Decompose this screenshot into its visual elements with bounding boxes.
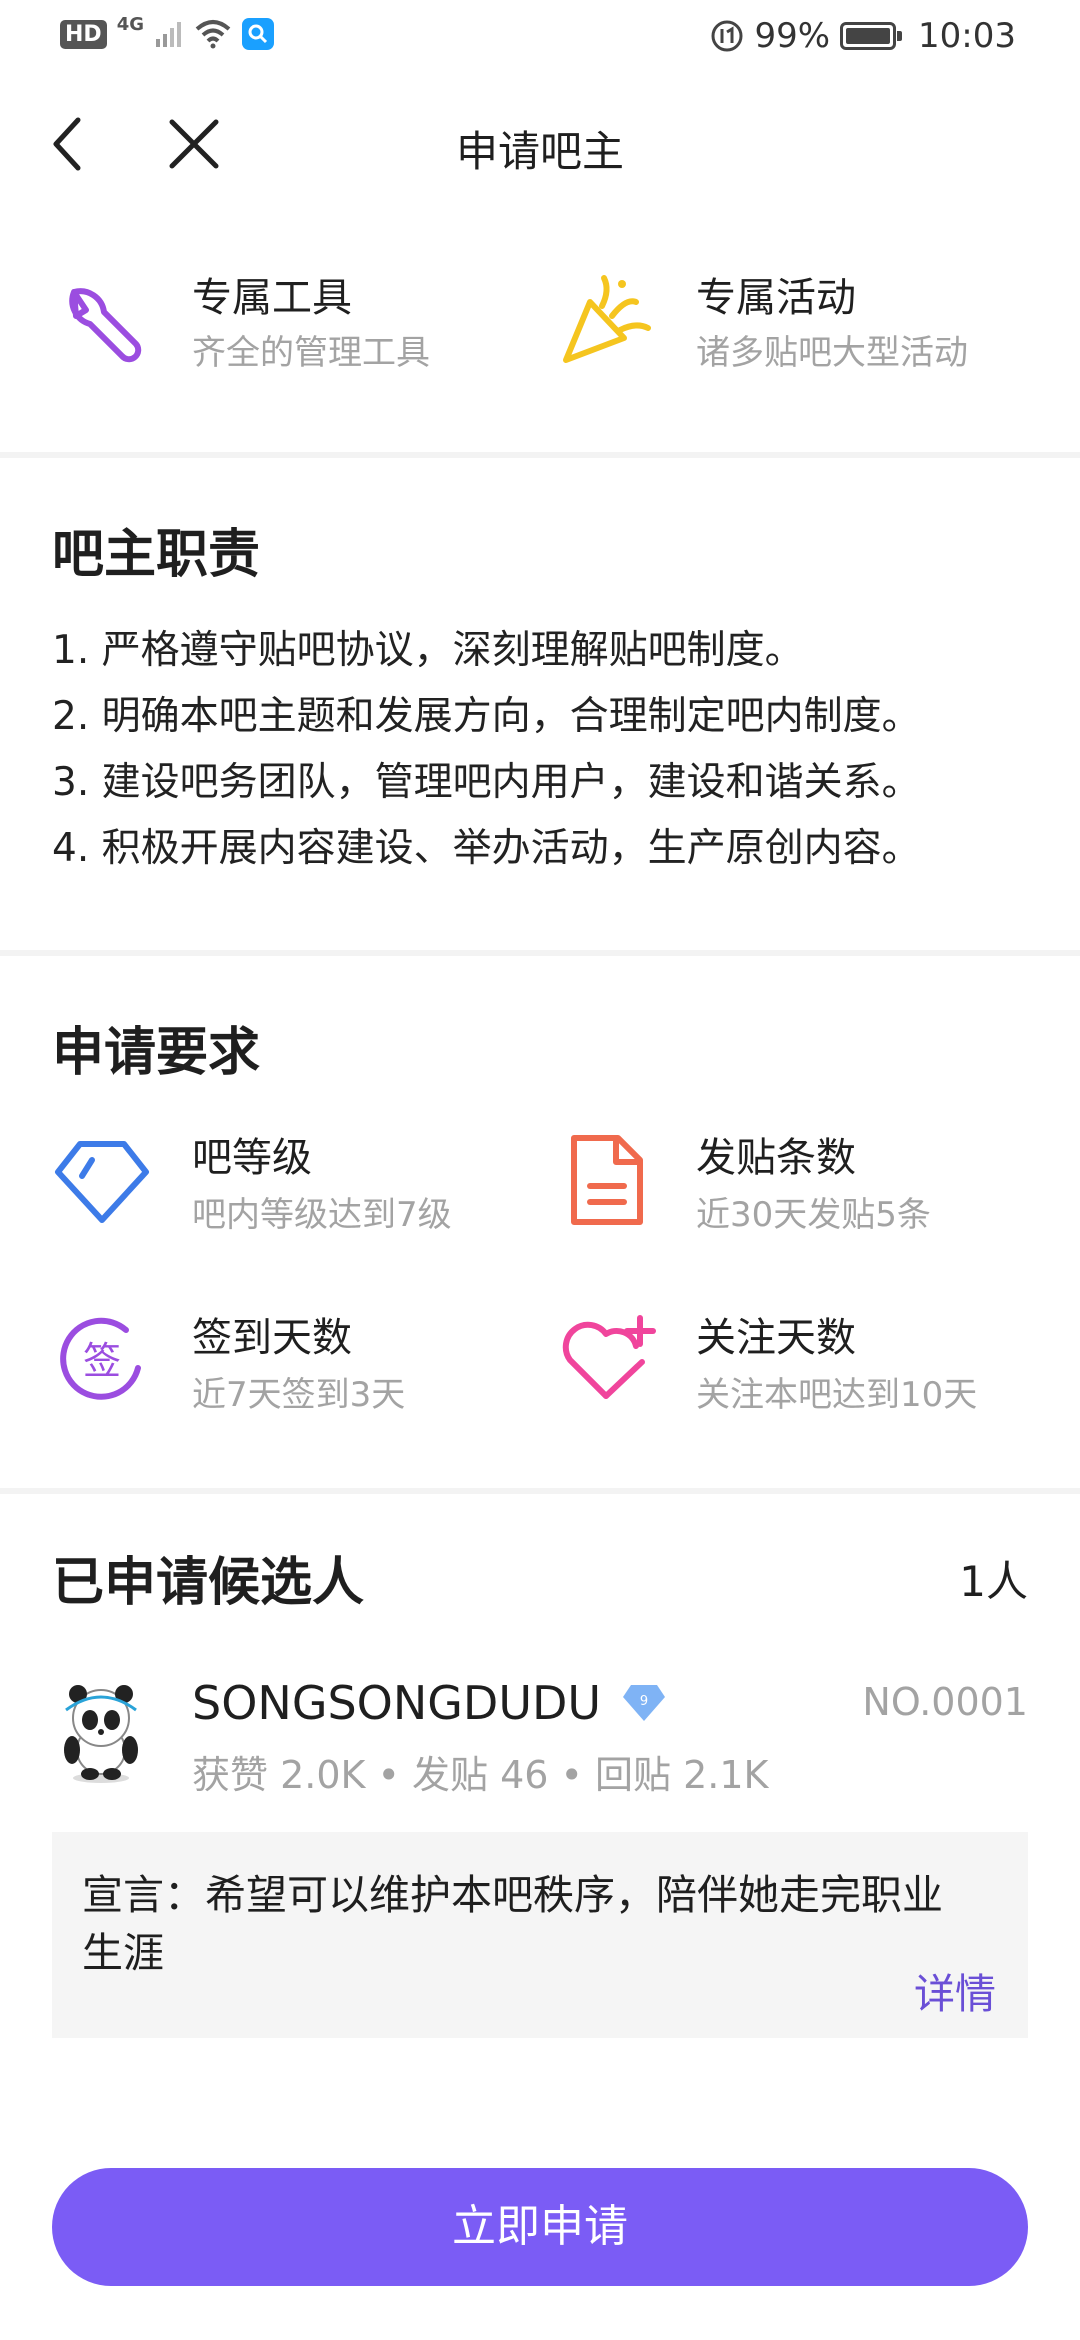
data-saver-icon (711, 20, 743, 52)
requirement-title: 吧等级 (192, 1135, 312, 1181)
battery-icon (840, 22, 903, 50)
level-badge-icon: 9 (623, 1685, 666, 1721)
duty-item: 1. 严格遵守贴吧协议，深刻理解贴吧制度。 (52, 628, 804, 673)
duty-item: 4. 积极开展内容建设、举办活动，生产原创内容。 (52, 826, 921, 871)
sign-in-icon-label: 签 (83, 1339, 121, 1383)
requirement-posts: 发贴条数 近30天发贴5条 (556, 1130, 931, 1240)
requirement-subtitle: 近7天签到3天 (192, 1375, 406, 1415)
candidates-title: 已申请候选人 (52, 1553, 365, 1613)
details-link[interactable]: 详情 (914, 1960, 996, 2020)
sign-in-icon: 签 (60, 1317, 141, 1400)
requirement-signin: 签 签到天数 近7天签到3天 (52, 1310, 405, 1420)
network-label: 4G (116, 13, 144, 35)
feature-activities: 专属活动 诸多贴吧大型活动 (556, 270, 968, 378)
feature-title: 专属活动 (696, 275, 856, 321)
wrench-icon (69, 288, 142, 363)
heart-plus-icon (562, 1315, 656, 1399)
section-divider (0, 1488, 1080, 1494)
hd-badge: HD (60, 19, 107, 49)
apply-now-button[interactable]: 立即申请 (52, 2168, 1028, 2286)
requirement-title: 签到天数 (192, 1315, 352, 1361)
candidate-number: NO.0001 (862, 1680, 1028, 1724)
battery-fill (846, 28, 891, 44)
requirement-title: 关注天数 (696, 1315, 856, 1361)
requirement-subtitle: 近30天发贴5条 (696, 1195, 931, 1235)
candidate-count: 1人 (959, 1557, 1028, 1606)
feature-subtitle: 诸多贴吧大型活动 (696, 333, 968, 373)
requirement-title: 发贴条数 (696, 1135, 856, 1181)
status-left: HD 4G (60, 14, 274, 50)
battery-percent: 99% (754, 16, 831, 56)
signal-icon (156, 22, 181, 47)
feature-title: 专属工具 (192, 275, 352, 321)
page-title: 申请吧主 (455, 127, 624, 176)
duty-item: 2. 明确本吧主题和发展方向，合理制定吧内制度。 (52, 694, 921, 739)
feature-subtitle: 齐全的管理工具 (192, 333, 430, 373)
avatar[interactable] (52, 1680, 150, 1784)
candidate-name-row: SONGSONGDUDU 9 (192, 1676, 667, 1730)
candidate-name[interactable]: SONGSONGDUDU (192, 1676, 601, 1730)
requirement-level: 吧等级 吧内等级达到7级 (52, 1130, 452, 1240)
duty-item: 3. 建设吧务团队，管理吧内用户，建设和谐关系。 (52, 760, 921, 805)
level-badge-number: 9 (640, 1694, 648, 1709)
requirements-title: 申请要求 (52, 1023, 261, 1083)
section-divider (0, 950, 1080, 956)
section-divider (0, 452, 1080, 458)
status-bar: HD 4G 99% 10:03 (0, 0, 1080, 76)
document-icon (571, 1135, 643, 1225)
status-right: 99% 10:03 (710, 16, 1016, 56)
candidate-stats: 获赞 2.0K • 发贴 46 • 回贴 2.1K (192, 1753, 769, 1797)
diamond-icon (55, 1141, 149, 1223)
duties-title: 吧主职责 (52, 525, 261, 585)
requirement-subtitle: 关注本吧达到10天 (696, 1375, 978, 1415)
requirement-follow: 关注天数 关注本吧达到10天 (556, 1310, 977, 1420)
wifi-icon (195, 20, 231, 49)
manifesto-card[interactable]: 宣言：希望可以维护本吧秩序，陪伴她走完职业生涯 详情 (52, 1832, 1028, 2038)
requirement-subtitle: 吧内等级达到7级 (192, 1195, 452, 1235)
search-app-icon (242, 18, 274, 50)
clock: 10:03 (918, 16, 1016, 56)
manifesto-text: 宣言：希望可以维护本吧秩序，陪伴她走完职业生涯 (82, 1871, 943, 1977)
duties-list: 1. 严格遵守贴吧协议，深刻理解贴吧制度。 2. 明确本吧主题和发展方向，合理制… (52, 618, 921, 882)
party-popper-icon (563, 275, 651, 363)
feature-tools: 专属工具 齐全的管理工具 (52, 270, 430, 378)
nav-bar: 申请吧主 (0, 100, 1080, 190)
